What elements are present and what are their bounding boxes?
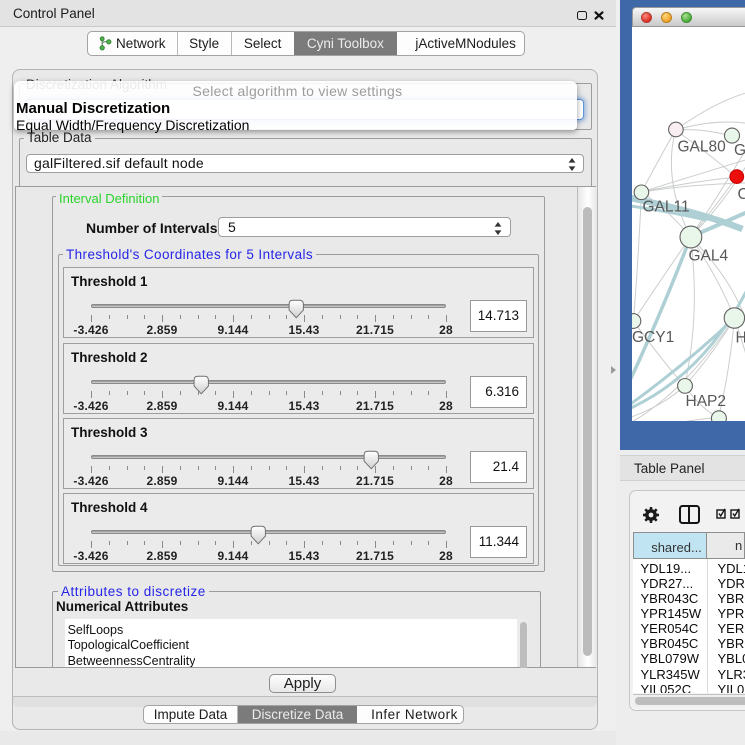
svg-text:C: C <box>737 186 745 203</box>
svg-text:GAL4: GAL4 <box>688 248 728 265</box>
svg-text:H: H <box>735 330 745 347</box>
svg-text:HAP2: HAP2 <box>685 393 726 410</box>
svg-text:GCY1: GCY1 <box>632 329 674 346</box>
svg-text:GAL80: GAL80 <box>677 139 726 156</box>
svg-text:GAL11: GAL11 <box>642 199 689 216</box>
svg-text:GA: GA <box>734 142 745 159</box>
